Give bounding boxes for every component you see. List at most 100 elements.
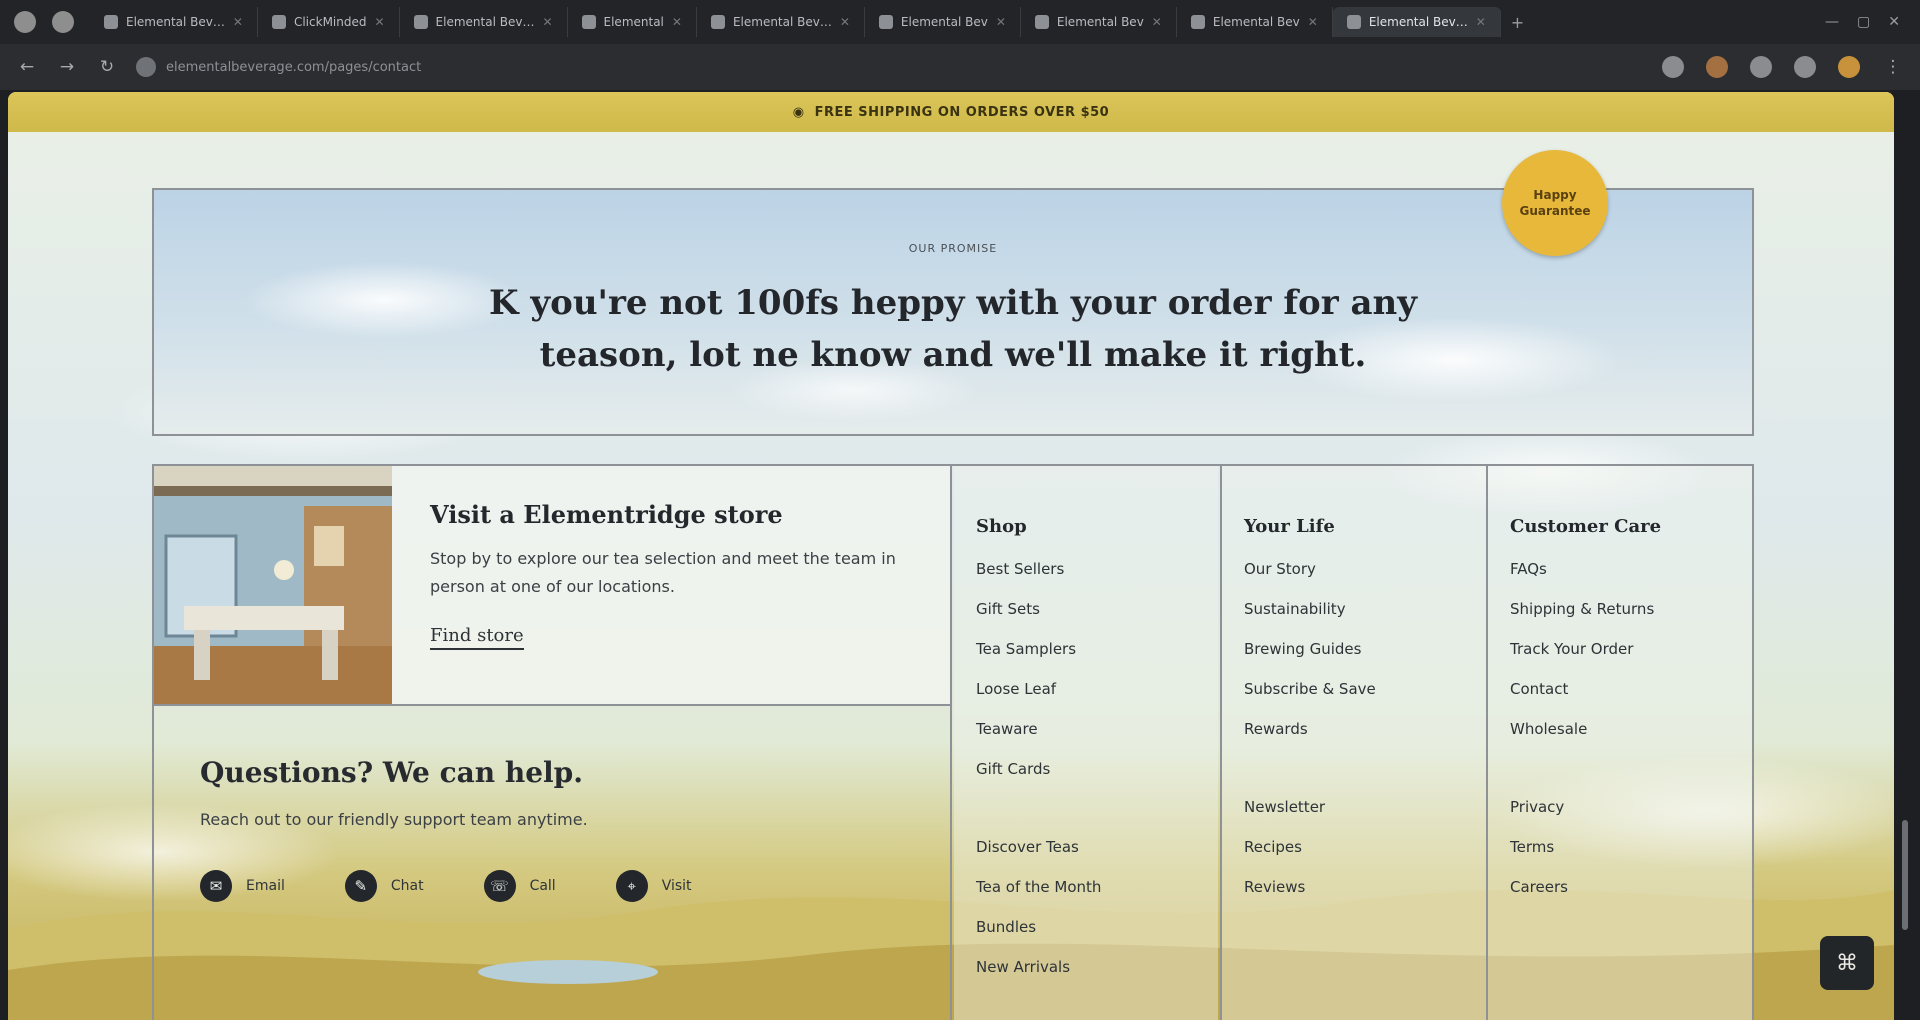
tab-title: Elemental	[603, 15, 664, 29]
browser-tab[interactable]: Elemental Bev ✕	[865, 7, 1021, 37]
extension-icon[interactable]	[1706, 56, 1728, 78]
help-option-visit[interactable]: ⌖ Visit	[615, 870, 692, 902]
tab-favicon-icon	[1190, 15, 1205, 29]
tab-favicon-icon	[104, 15, 118, 29]
browser-tab-bar: Elemental Bev… ✕ ClickMinded ✕ Elemental Bev…	[0, 0, 1920, 44]
minimize-button[interactable]: —	[1825, 14, 1839, 30]
column-link[interactable]: Wholesale	[1510, 719, 1752, 739]
tab-favicon-icon	[710, 15, 725, 29]
column-link[interactable]: Tea of the Month	[976, 877, 1218, 897]
chat-icon: ✎	[344, 870, 377, 902]
forward-icon[interactable]: →	[56, 57, 78, 77]
menu-icon[interactable]: ⋮	[1882, 57, 1904, 77]
column-link[interactable]: Contact	[1510, 679, 1752, 699]
column-link[interactable]: Shipping & Returns	[1510, 599, 1752, 619]
column-link[interactable]: Teaware	[976, 719, 1218, 739]
account-avatar[interactable]	[1838, 56, 1860, 78]
column-link[interactable]: Discover Teas	[976, 837, 1218, 857]
close-tab-icon[interactable]: ✕	[996, 15, 1006, 29]
column-link[interactable]: Reviews	[1244, 877, 1486, 897]
tab-favicon-icon	[1034, 15, 1049, 29]
extension-icon[interactable]	[1662, 56, 1684, 78]
store-feature-card: Visit a Elementridge store Stop by to ex…	[154, 466, 952, 706]
column-link[interactable]: Gift Sets	[976, 599, 1218, 619]
maximize-button[interactable]: ▢	[1857, 14, 1870, 30]
help-option-email[interactable]: ✉ Email	[200, 870, 285, 902]
browser-tab[interactable]: Elemental Bev ✕	[1021, 7, 1177, 37]
reload-icon[interactable]: ↻	[96, 57, 118, 77]
browser-tab[interactable]: ClickMinded ✕	[258, 7, 400, 37]
tab-title: Elemental Bev	[1212, 15, 1300, 29]
close-tab-icon[interactable]: ✕	[542, 15, 552, 29]
column-link[interactable]: New Arrivals	[976, 957, 1218, 977]
help-option-chat[interactable]: ✎ Chat	[344, 870, 424, 902]
close-tab-icon[interactable]: ✕	[840, 15, 850, 29]
chat-button[interactable]: ⌘	[1820, 936, 1874, 990]
close-tab-icon[interactable]: ✕	[233, 15, 243, 29]
browser-tab[interactable]: Elemental Bev… ✕	[400, 7, 568, 37]
column-link[interactable]: Tea Samplers	[976, 639, 1218, 659]
close-window-button[interactable]: ✕	[1888, 14, 1900, 30]
help-option-label: Call	[529, 878, 556, 894]
help-title: Questions? We can help.	[200, 756, 584, 789]
guarantee-badge: Happy Guarantee	[1502, 150, 1608, 256]
column-link[interactable]: Careers	[1510, 877, 1752, 897]
scrollbar-thumb[interactable]	[1902, 820, 1908, 930]
column-link[interactable]: Our Story	[1244, 559, 1486, 579]
column-link[interactable]: Sustainability	[1244, 599, 1486, 619]
column-link[interactable]: Gift Cards	[976, 759, 1218, 779]
profile-icon[interactable]	[14, 11, 36, 33]
column-heading: Customer Care	[1510, 516, 1662, 537]
column-heading: Shop	[976, 516, 1027, 537]
column-link[interactable]: Track Your Order	[1510, 639, 1752, 659]
help-option-label: Visit	[661, 878, 692, 894]
browser-tab[interactable]: Elemental Bev… ✕	[1332, 7, 1501, 37]
close-tab-icon[interactable]: ✕	[1476, 15, 1486, 29]
hero-title: K you're not 100fs heppy with your order…	[489, 283, 1417, 375]
browser-tab[interactable]: Elemental Bev… ✕	[697, 7, 865, 37]
help-option-call[interactable]: ☏ Call	[483, 870, 556, 902]
scrollbar[interactable]	[1898, 92, 1912, 1020]
column-link[interactable]: Rewards	[1244, 719, 1486, 739]
tab-title: Elemental Bev	[1056, 15, 1144, 29]
column-link[interactable]: Loose Leaf	[976, 679, 1218, 699]
tab-title: Elemental Bev…	[1368, 15, 1468, 29]
extension-icon[interactable]	[1750, 56, 1772, 78]
column-link[interactable]: Newsletter	[1244, 797, 1486, 817]
footer-column: Your Life Our Story Sustainability Brewing …	[1220, 466, 1486, 1020]
column-link[interactable]: Recipes	[1244, 837, 1486, 857]
site-info-icon[interactable]	[136, 57, 156, 77]
column-link[interactable]: FAQs	[1510, 559, 1752, 579]
new-tab-button[interactable]: +	[1511, 13, 1524, 32]
column-link[interactable]: Privacy	[1510, 797, 1752, 817]
back-icon[interactable]: ←	[16, 57, 38, 77]
close-tab-icon[interactable]: ✕	[672, 15, 682, 29]
address-bar[interactable]: elementalbeverage.com/pages/contact	[136, 57, 421, 77]
tab-title: Elemental Bev…	[435, 15, 535, 29]
find-store-link[interactable]: Find store	[430, 625, 524, 650]
address-text: elementalbeverage.com/pages/contact	[166, 59, 422, 75]
column-link[interactable]: Brewing Guides	[1244, 639, 1486, 659]
tab-title: ClickMinded	[293, 15, 367, 29]
browser-toolbar: ← → ↻ elementalbeverage.com/pages/contac…	[0, 44, 1920, 90]
page-viewport: ◉ FREE SHIPPING ON ORDERS OVER $50 OUR P…	[8, 92, 1894, 1020]
column-link[interactable]: Bundles	[976, 917, 1218, 937]
extension-icon[interactable]	[1794, 56, 1816, 78]
info-icon: ◉	[792, 104, 805, 120]
tab-title: Elemental Bev	[900, 15, 988, 29]
store-interior-image	[154, 466, 392, 704]
close-tab-icon[interactable]: ✕	[1308, 15, 1318, 29]
column-link[interactable]: Best Sellers	[976, 559, 1218, 579]
browser-tab[interactable]: Elemental ✕	[568, 7, 697, 37]
column-link[interactable]: Terms	[1510, 837, 1752, 857]
tab-favicon-icon	[581, 15, 596, 29]
announcement-text: FREE SHIPPING ON ORDERS OVER $50	[814, 104, 1110, 120]
help-section: Questions? We can help. Reach out to our…	[154, 706, 952, 1020]
close-tab-icon[interactable]: ✕	[374, 15, 384, 29]
column-heading: Your Life	[1244, 516, 1335, 537]
column-link[interactable]: Subscribe & Save	[1244, 679, 1486, 699]
close-tab-icon[interactable]: ✕	[1152, 15, 1162, 29]
extensions-icon[interactable]	[52, 11, 74, 33]
browser-tab[interactable]: Elemental Bev… ✕	[90, 7, 258, 37]
browser-tab[interactable]: Elemental Bev ✕	[1177, 7, 1333, 37]
